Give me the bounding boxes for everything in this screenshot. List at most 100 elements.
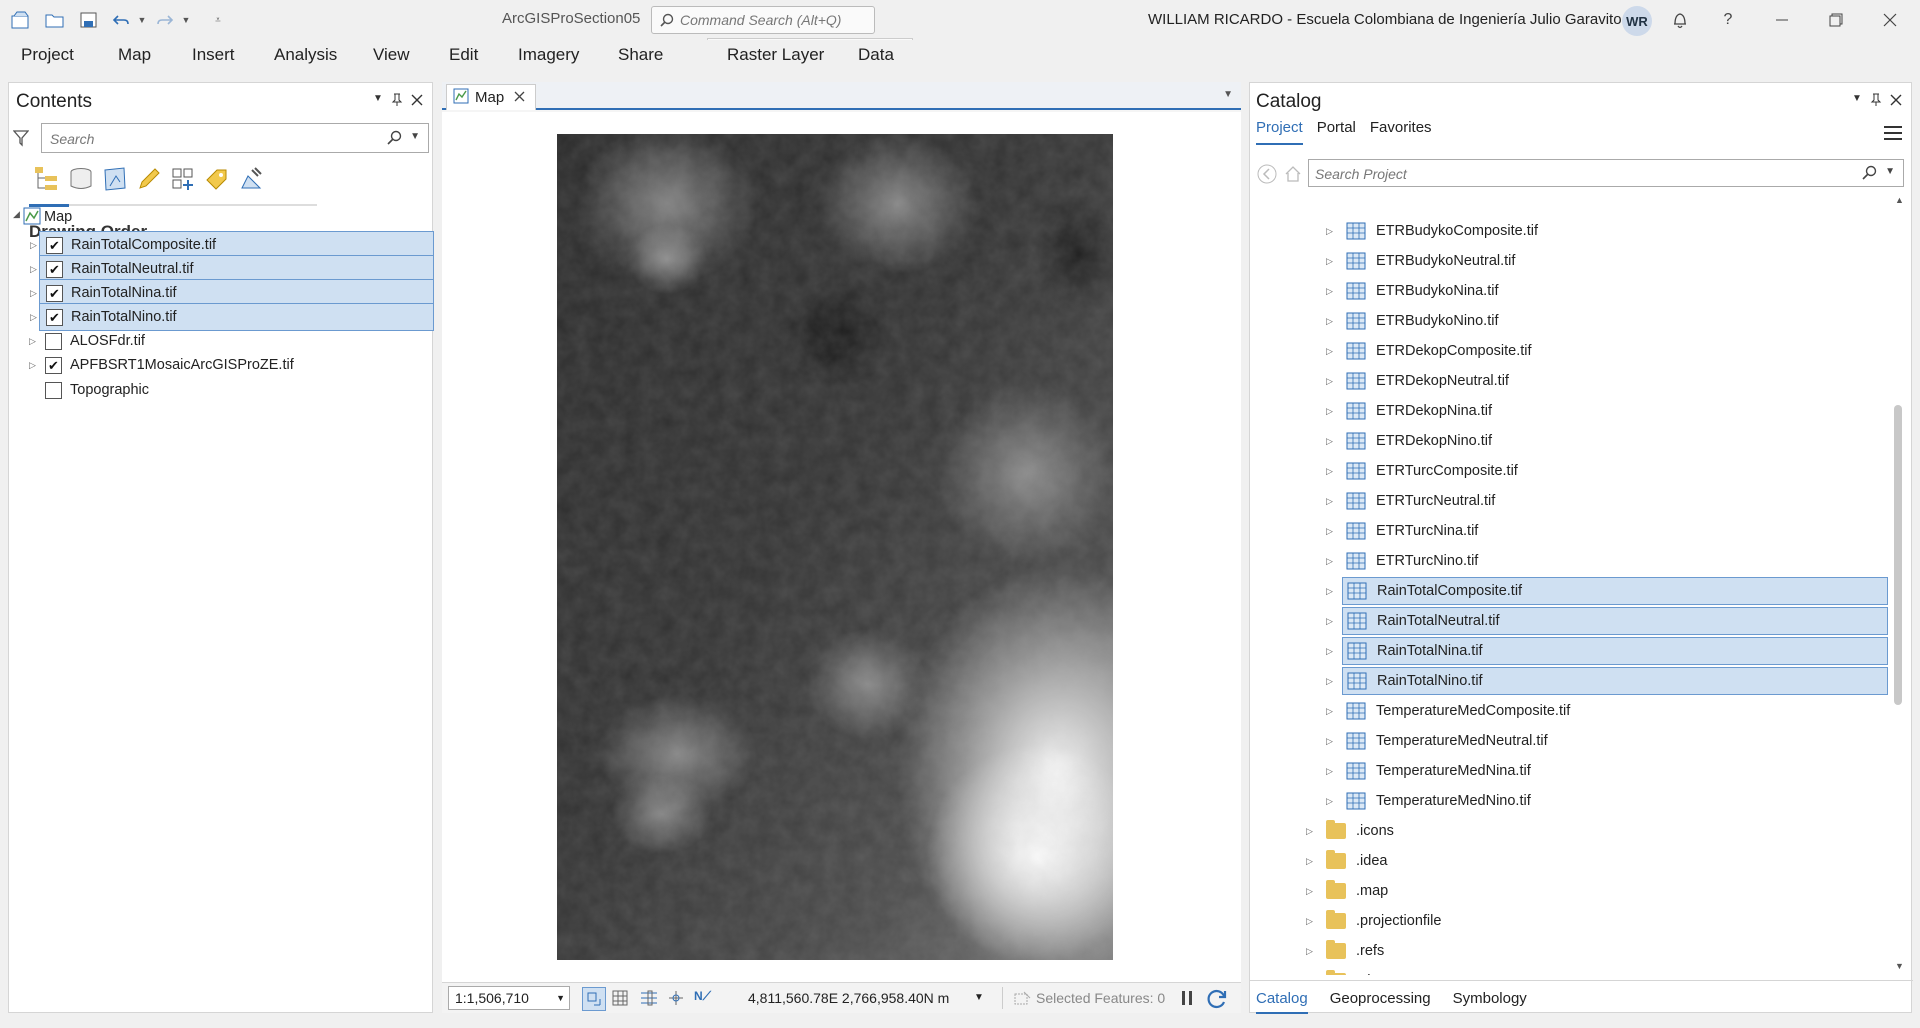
expand-chevron-icon[interactable]: ▷ [1326, 346, 1333, 357]
expand-chevron-icon[interactable]: ▷ [1326, 586, 1333, 597]
catalog-folder-item[interactable]: .refs [1322, 937, 1384, 965]
expand-chevron-icon[interactable]: ▷ [1326, 676, 1333, 687]
expand-chevron-icon[interactable]: ▷ [1306, 916, 1313, 927]
scrollbar-thumb[interactable] [1894, 405, 1902, 705]
expand-chevron-icon[interactable]: ▷ [1326, 616, 1333, 627]
tab-data[interactable]: Data [858, 45, 894, 65]
tab-insert[interactable]: Insert [192, 45, 235, 65]
close-pane-icon[interactable] [411, 93, 423, 109]
catalog-raster-item[interactable]: RainTotalNina.tif [1342, 637, 1888, 665]
scroll-down-icon[interactable]: ▼ [1895, 961, 1904, 971]
catalog-raster-item[interactable]: ETRTurcComposite.tif [1342, 457, 1518, 485]
map-canvas[interactable] [442, 112, 1241, 982]
expand-chevron-icon[interactable]: ▷ [1326, 226, 1333, 237]
map-collapse-icon[interactable]: ◢ [13, 209, 20, 220]
save-project-icon[interactable] [76, 8, 102, 32]
expand-chevron-icon[interactable]: ▷ [1326, 646, 1333, 657]
undo-dropdown-icon[interactable]: ▼ [136, 8, 148, 32]
expand-chevron-icon[interactable]: ▷ [1326, 556, 1333, 567]
tab-catalog-portal[interactable]: Portal [1317, 119, 1356, 145]
tab-raster-layer[interactable]: Raster Layer [727, 45, 824, 65]
expand-chevron-icon[interactable]: ▷ [1326, 736, 1333, 747]
layer-visibility-checkbox[interactable]: ✔ [46, 260, 63, 278]
expand-chevron-icon[interactable]: ▷ [1326, 766, 1333, 777]
command-search-input[interactable]: Command Search (Alt+Q) [651, 6, 875, 34]
catalog-raster-item[interactable]: ETRBudykoNeutral.tif [1342, 247, 1515, 275]
catalog-folder-item[interactable]: .icons [1322, 817, 1394, 845]
undo-icon[interactable] [110, 8, 132, 32]
catalog-raster-item[interactable]: ETRDekopNeutral.tif [1342, 367, 1509, 395]
layer-visibility-checkbox[interactable] [45, 332, 62, 350]
expand-chevron-icon[interactable]: ▷ [1326, 286, 1333, 297]
catalog-raster-item[interactable]: TemperatureMedComposite.tif [1342, 697, 1570, 725]
refresh-icon[interactable] [1206, 988, 1228, 1013]
tab-catalog-favorites[interactable]: Favorites [1370, 119, 1432, 145]
catalog-scrollbar[interactable]: ▲ ▼ [1891, 195, 1905, 975]
open-project-icon[interactable] [42, 8, 68, 32]
redo-dropdown-icon[interactable]: ▼ [180, 8, 192, 32]
tab-bottom-geoprocessing[interactable]: Geoprocessing [1330, 990, 1431, 1014]
redo-icon[interactable] [154, 8, 176, 32]
expand-chevron-icon[interactable]: ▷ [1326, 376, 1333, 387]
north-arrow-icon[interactable]: N⟋ [694, 989, 711, 1004]
catalog-folder-item[interactable]: .map [1322, 877, 1388, 905]
catalog-raster-item[interactable]: TemperatureMedNino.tif [1342, 787, 1531, 815]
tab-share[interactable]: Share [618, 45, 663, 65]
customize-toolbar-icon[interactable]: ⩡ [210, 8, 226, 32]
expand-chevron-icon[interactable]: ▷ [1326, 316, 1333, 327]
layer-visibility-checkbox[interactable]: ✔ [46, 236, 63, 254]
grid-icon[interactable] [612, 990, 628, 1009]
layer-visibility-checkbox[interactable] [45, 381, 62, 399]
scale-dropdown-icon[interactable]: ▼ [556, 993, 565, 1003]
expand-chevron-icon[interactable]: ▷ [1306, 946, 1313, 957]
expand-chevron-icon[interactable]: ▷ [1306, 826, 1313, 837]
pane-options-dropdown-icon[interactable]: ▼ [373, 93, 383, 104]
scale-selector[interactable]: 1:1,506,710 ▼ [448, 986, 570, 1010]
back-icon[interactable] [1256, 163, 1278, 190]
catalog-raster-item[interactable]: ETRDekopNino.tif [1342, 427, 1492, 455]
layer-row[interactable]: ▷ ✔ APFBSRT1MosaicArcGISProZE.tif [29, 351, 434, 379]
list-by-snapping-icon[interactable] [167, 163, 199, 195]
help-button[interactable]: ? [1710, 6, 1746, 34]
catalog-raster-item[interactable]: RainTotalComposite.tif [1342, 577, 1888, 605]
list-by-labeling-icon[interactable] [201, 163, 233, 195]
pin-icon[interactable] [1870, 93, 1882, 110]
tab-bottom-catalog[interactable]: Catalog [1256, 990, 1308, 1014]
signed-in-user[interactable]: WILLIAM RICARDO - Escuela Colombiana de … [1148, 11, 1622, 28]
catalog-raster-item[interactable]: RainTotalNeutral.tif [1342, 607, 1888, 635]
expand-chevron-icon[interactable]: ▷ [29, 360, 36, 371]
catalog-raster-item[interactable]: ETRBudykoNina.tif [1342, 277, 1499, 305]
fixed-zoom-icon[interactable] [582, 987, 606, 1011]
catalog-raster-item[interactable]: ETRDekopComposite.tif [1342, 337, 1532, 365]
scroll-up-icon[interactable]: ▲ [1895, 195, 1904, 205]
catalog-raster-item[interactable]: TemperatureMedNina.tif [1342, 757, 1531, 785]
tab-edit[interactable]: Edit [449, 45, 478, 65]
expand-chevron-icon[interactable]: ▷ [1306, 856, 1313, 867]
catalog-raster-item[interactable]: RainTotalNino.tif [1342, 667, 1888, 695]
expand-chevron-icon[interactable]: ▷ [1326, 466, 1333, 477]
expand-chevron-icon[interactable]: ▷ [1306, 886, 1313, 897]
search-options-chevron-icon[interactable]: ▼ [1885, 166, 1895, 177]
pin-icon[interactable] [391, 93, 403, 110]
table-layout-icon[interactable] [640, 990, 658, 1009]
expand-chevron-icon[interactable]: ▷ [1326, 406, 1333, 417]
tab-view[interactable]: View [373, 45, 410, 65]
catalog-raster-item[interactable]: ETRTurcNina.tif [1342, 517, 1478, 545]
tab-bottom-symbology[interactable]: Symbology [1453, 990, 1527, 1014]
expand-chevron-icon[interactable]: ▷ [1326, 256, 1333, 267]
expand-chevron-icon[interactable]: ▷ [30, 240, 37, 251]
expand-chevron-icon[interactable]: ▷ [1326, 436, 1333, 447]
catalog-folder-item[interactable]: .projectionfile [1322, 907, 1441, 935]
expand-chevron-icon[interactable]: ▷ [30, 264, 37, 275]
list-by-editing-pencil-icon[interactable] [133, 163, 165, 195]
map-node-label[interactable]: Map [44, 209, 72, 225]
minimize-icon[interactable] [1764, 6, 1800, 34]
expand-chevron-icon[interactable]: ▷ [30, 288, 37, 299]
layer-visibility-checkbox[interactable]: ✔ [45, 356, 62, 374]
catalog-raster-item[interactable]: ETRBudykoComposite.tif [1342, 217, 1538, 245]
expand-chevron-icon[interactable]: ▷ [1326, 796, 1333, 807]
pause-drawing-icon[interactable] [1180, 989, 1194, 1010]
expand-chevron-icon[interactable]: ▷ [1326, 706, 1333, 717]
tab-catalog-project[interactable]: Project [1256, 119, 1303, 145]
expand-chevron-icon[interactable]: ▷ [1326, 496, 1333, 507]
